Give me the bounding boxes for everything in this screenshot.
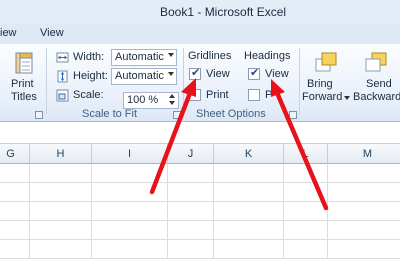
ribbon: Print Titles Width: Automatic Height: Au… xyxy=(0,44,400,122)
grid-line xyxy=(283,164,284,259)
tab-review[interactable]: iew xyxy=(0,27,17,39)
print-titles-button[interactable]: Print Titles xyxy=(2,52,42,107)
column-header-m[interactable]: M xyxy=(328,144,400,164)
checkmark-icon: ✔ xyxy=(191,66,201,79)
group-separator xyxy=(183,48,184,114)
bring-forward-label-1: Bring xyxy=(307,78,333,90)
height-label: Height: xyxy=(73,70,108,82)
scale-icon xyxy=(56,89,69,102)
headings-print-checkbox[interactable] xyxy=(248,89,260,101)
chevron-down-icon xyxy=(168,72,174,76)
grid-line xyxy=(327,164,328,259)
grid-line xyxy=(213,164,214,259)
column-header-k[interactable]: K xyxy=(214,144,284,164)
scale-to-fit-dialog-launcher[interactable] xyxy=(173,111,181,119)
height-value: Automatic xyxy=(115,70,164,82)
gridlines-view-label: View xyxy=(206,68,230,80)
print-titles-icon xyxy=(15,52,33,74)
page-setup-dialog-launcher[interactable] xyxy=(35,111,43,119)
sheet-options-dialog-launcher[interactable] xyxy=(289,111,297,119)
scale-spinner[interactable]: 100 % xyxy=(123,92,179,109)
width-icon xyxy=(56,52,69,63)
chevron-down-icon xyxy=(168,53,174,57)
bring-forward-label-2: Forward xyxy=(302,91,343,103)
group-separator xyxy=(299,48,300,114)
print-titles-label-1: Print xyxy=(11,78,34,90)
width-value: Automatic xyxy=(115,51,164,63)
column-header-j[interactable]: J xyxy=(168,144,214,164)
bring-forward-button[interactable]: Bring Forward xyxy=(302,48,352,106)
send-backward-button[interactable]: Send Backward xyxy=(353,48,400,106)
grid-line xyxy=(167,164,168,259)
send-backward-label-1: Send xyxy=(366,78,392,90)
width-label: Width: xyxy=(73,51,105,63)
column-header-l[interactable]: L xyxy=(284,144,328,164)
gridlines-print-label: Print xyxy=(206,89,229,101)
height-icon xyxy=(57,70,68,83)
grid-line xyxy=(0,239,400,240)
group-separator xyxy=(46,48,47,114)
ribbon-tabs: iew View xyxy=(0,24,400,44)
chevron-down-icon xyxy=(344,96,350,100)
scale-value: 100 % xyxy=(127,94,159,106)
gridlines-view-checkbox[interactable]: ✔ xyxy=(189,66,201,80)
title-bar: Book1 - Microsoft Excel xyxy=(0,0,400,24)
worksheet-grid[interactable] xyxy=(0,164,400,259)
grid-line xyxy=(0,220,400,221)
window-title: Book1 - Microsoft Excel xyxy=(160,5,287,19)
column-header-h[interactable]: H xyxy=(30,144,92,164)
scale-to-fit-group-label: Scale to Fit xyxy=(82,108,138,120)
column-header-g[interactable]: G xyxy=(0,144,30,164)
grid-line xyxy=(0,201,400,202)
gridlines-header: Gridlines xyxy=(188,50,232,62)
spin-down-icon[interactable] xyxy=(169,101,175,105)
column-header-i[interactable]: I xyxy=(92,144,168,164)
height-dropdown[interactable]: Automatic xyxy=(111,68,177,85)
grid-line xyxy=(91,164,92,259)
headings-view-label: View xyxy=(265,68,289,80)
column-headers: G H I J K L M xyxy=(0,144,400,164)
headings-view-checkbox[interactable]: ✔ xyxy=(248,66,260,80)
formula-bar[interactable] xyxy=(0,122,400,144)
send-backward-label-2: Backward xyxy=(353,91,400,103)
width-dropdown[interactable]: Automatic xyxy=(111,49,177,66)
headings-header: Headings xyxy=(244,50,291,62)
headings-print-label: P xyxy=(265,89,273,101)
tab-view[interactable]: View xyxy=(40,27,64,39)
print-titles-label-2: Titles xyxy=(11,91,37,103)
grid-line xyxy=(29,164,30,259)
sheet-options-group-label: Sheet Options xyxy=(196,108,266,120)
send-backward-icon xyxy=(365,52,387,72)
scale-label: Scale: xyxy=(73,89,104,101)
checkmark-icon: ✔ xyxy=(250,66,260,79)
grid-line xyxy=(0,182,400,183)
gridlines-print-checkbox[interactable] xyxy=(189,89,201,101)
spin-up-icon[interactable] xyxy=(169,94,175,98)
bring-forward-icon xyxy=(315,52,337,72)
